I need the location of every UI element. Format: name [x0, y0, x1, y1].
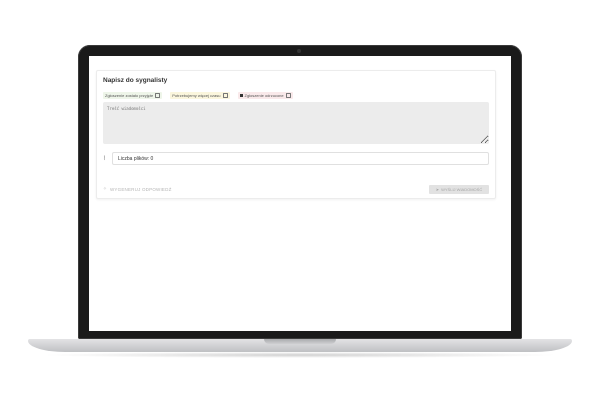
card-title: Napisz do sygnalisty — [103, 77, 168, 84]
copy-icon — [155, 93, 161, 98]
generate-reply-label: WYGENERUJ ODPOWIEDŹ — [109, 186, 172, 192]
copy-icon — [285, 93, 291, 98]
attachments-row: ⌇ Liczba plików: 0 — [103, 152, 489, 165]
chip-label: Zgłoszenie zostało przyjęte — [105, 93, 154, 98]
laptop-screen: Napisz do sygnalisty Zgłoszenie zostało … — [89, 56, 511, 331]
files-count-label: Liczba plików: 0 — [118, 156, 154, 162]
chip-more-time[interactable]: Potrzebujemy więcej czasu — [170, 92, 230, 99]
copy-icon — [222, 93, 228, 98]
send-message-label: WYŚLIJ WIADOMOŚĆ — [441, 187, 483, 192]
chip-rejected[interactable]: Zgłoszenie odrzucone — [237, 92, 293, 99]
generate-reply-button[interactable]: ✧ WYGENERUJ ODPOWIEDŹ — [103, 186, 172, 192]
laptop-shadow — [40, 352, 560, 358]
message-input[interactable] — [103, 102, 489, 144]
chip-label: Zgłoszenie odrzucone — [244, 93, 284, 98]
chip-accepted[interactable]: Zgłoszenie zostało przyjęte — [103, 92, 163, 99]
webcam-icon — [297, 49, 301, 53]
sparkle-icon: ✧ — [103, 186, 107, 191]
send-message-button[interactable]: ➤ WYŚLIJ WIADOMOŚĆ — [429, 185, 489, 194]
message-card: Napisz do sygnalisty Zgłoszenie zostało … — [96, 70, 496, 199]
template-chips: Zgłoszenie zostało przyjęte Potrzebujemy… — [103, 92, 293, 99]
chip-label: Potrzebujemy więcej czasu — [172, 93, 221, 98]
paperclip-icon[interactable]: ⌇ — [103, 155, 106, 162]
laptop-notch — [264, 339, 336, 344]
files-count-box[interactable]: Liczba plików: 0 — [112, 152, 489, 165]
square-icon — [239, 94, 243, 97]
send-icon: ➤ — [435, 187, 440, 192]
actions-row: ✧ WYGENERUJ ODPOWIEDŹ ➤ WYŚLIJ WIADOMOŚĆ — [103, 185, 489, 195]
